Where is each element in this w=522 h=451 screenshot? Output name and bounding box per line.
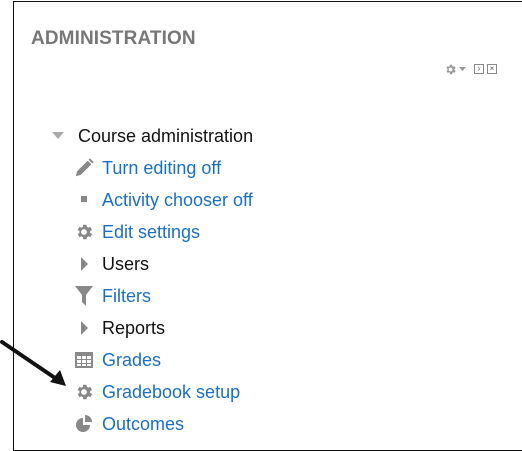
- tree-item-grades[interactable]: Grades: [73, 345, 161, 375]
- block-controls: › ×: [444, 60, 497, 78]
- gear-icon: [73, 221, 95, 243]
- tree-root-course-administration[interactable]: Course administration: [52, 121, 253, 151]
- outcomes-icon: [73, 413, 95, 435]
- dock-icon: ›: [477, 64, 481, 73]
- bullet-icon: [73, 189, 95, 211]
- tree-item-label: Filters: [102, 285, 151, 306]
- filter-icon: [73, 285, 95, 307]
- expand-arrow-icon: [73, 253, 95, 275]
- annotation-arrow: [0, 340, 66, 386]
- tree-item-filters[interactable]: Filters: [73, 281, 151, 311]
- tree-item-users[interactable]: Users: [73, 249, 149, 279]
- tree-item-gradebook-setup[interactable]: Gradebook setup: [73, 377, 240, 407]
- tree-item-label: Outcomes: [102, 413, 185, 434]
- gear-icon: [446, 64, 456, 74]
- tree-item-activity-chooser-off[interactable]: Activity chooser off: [73, 185, 253, 215]
- tree-item-label: Gradebook setup: [102, 381, 241, 402]
- tree-item-label: Users: [102, 253, 150, 274]
- tree-item-edit-settings[interactable]: Edit settings: [73, 217, 200, 247]
- tree-item-turn-editing-off[interactable]: Turn editing off: [73, 153, 221, 183]
- pencil-icon: [73, 157, 95, 179]
- tree-item-label: Turn editing off: [102, 157, 222, 178]
- block-title: ADMINISTRATION: [31, 28, 196, 49]
- tree-item-label: Edit settings: [102, 221, 201, 242]
- tree-item-label: Reports: [102, 317, 166, 338]
- collapse-arrow-icon: [52, 132, 66, 140]
- block-actions-menu[interactable]: [444, 63, 466, 76]
- tree-item-reports[interactable]: Reports: [73, 313, 165, 343]
- tree-item-label: Grades: [102, 349, 162, 370]
- tree-item-label: Activity chooser off: [102, 189, 253, 210]
- tree-root-label: Course administration: [78, 125, 254, 146]
- tree-item-outcomes[interactable]: Outcomes: [73, 409, 184, 439]
- hide-block-icon: ×: [489, 64, 495, 73]
- hide-block-button[interactable]: ×: [487, 64, 497, 74]
- chevron-down-icon: [459, 66, 466, 71]
- dock-button[interactable]: ›: [474, 64, 484, 74]
- expand-arrow-icon: [73, 317, 95, 339]
